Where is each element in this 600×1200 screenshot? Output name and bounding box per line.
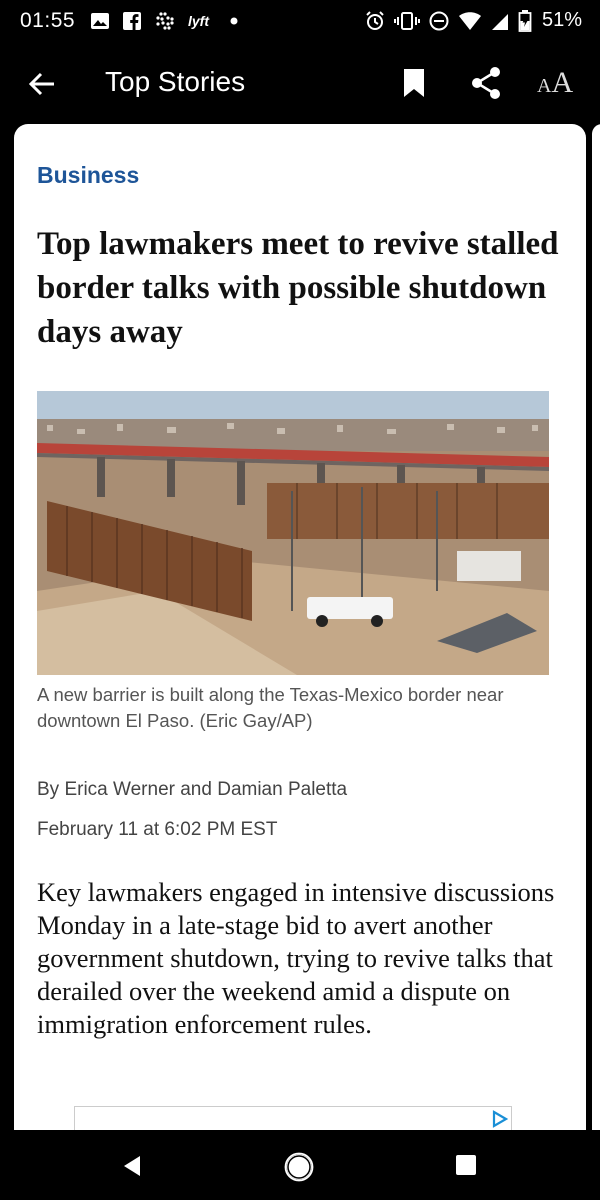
facebook-icon — [122, 11, 142, 31]
text-size-small-a: A — [537, 75, 552, 97]
app-bar: Top Stories AA — [0, 42, 600, 124]
circle-home-icon — [284, 1152, 314, 1182]
section-label[interactable]: Business — [37, 162, 139, 189]
status-time: 01:55 — [20, 9, 76, 32]
next-article-card-edge[interactable] — [592, 124, 600, 1130]
vibrate-icon — [393, 10, 420, 32]
share-button[interactable] — [470, 66, 502, 105]
article-byline: By Erica Werner and Damian Paletta — [37, 779, 348, 800]
bookmark-button[interactable] — [402, 68, 426, 103]
status-bar: 01:55 lyft 51% — [0, 0, 600, 42]
article-body: Key lawmakers engaged in intensive discu… — [37, 877, 555, 1039]
article-card: Business Top lawmakers meet to revive st… — [14, 124, 586, 1130]
article-headline: Top lawmakers meet to revive stalled bor… — [37, 226, 559, 350]
nav-recents-button[interactable] — [453, 1152, 479, 1178]
slack-icon — [154, 10, 176, 32]
article-photo[interactable] — [37, 391, 549, 675]
back-button[interactable] — [24, 66, 60, 102]
alarm-icon — [364, 10, 386, 32]
photo-caption: A new barrier is built along the Texas-M… — [37, 684, 504, 731]
article-date: February 11 at 6:02 PM EST — [37, 819, 278, 840]
dnd-icon — [428, 10, 450, 32]
bookmark-icon — [404, 69, 424, 97]
battery-percent: 51% — [541, 9, 582, 31]
app-bar-title: Top Stories — [105, 66, 246, 97]
text-size-big-a: A — [551, 66, 574, 99]
ad-banner[interactable] — [74, 1106, 512, 1130]
battery-icon — [518, 9, 532, 32]
dot-icon — [230, 17, 238, 25]
nav-home-button[interactable] — [284, 1152, 314, 1182]
notification-icons: lyft — [90, 10, 238, 32]
square-recents-icon — [456, 1155, 476, 1175]
text-size-button[interactable]: AA — [537, 66, 573, 100]
navigation-bar — [0, 1130, 600, 1200]
wifi-icon — [458, 11, 482, 31]
adchoices-icon[interactable] — [492, 1110, 509, 1130]
border-photo-illustration — [37, 391, 549, 675]
share-icon — [472, 67, 500, 99]
lyft-logo-text: lyft — [188, 13, 210, 29]
nav-back-button[interactable] — [118, 1152, 146, 1180]
triangle-back-icon — [124, 1156, 140, 1176]
content-area: Business Top lawmakers meet to revive st… — [0, 124, 600, 1130]
arrow-left-icon — [28, 72, 54, 96]
lyft-icon: lyft — [188, 12, 218, 30]
signal-icon — [490, 11, 510, 31]
image-icon — [90, 11, 110, 31]
system-icons: 51% — [364, 9, 582, 32]
